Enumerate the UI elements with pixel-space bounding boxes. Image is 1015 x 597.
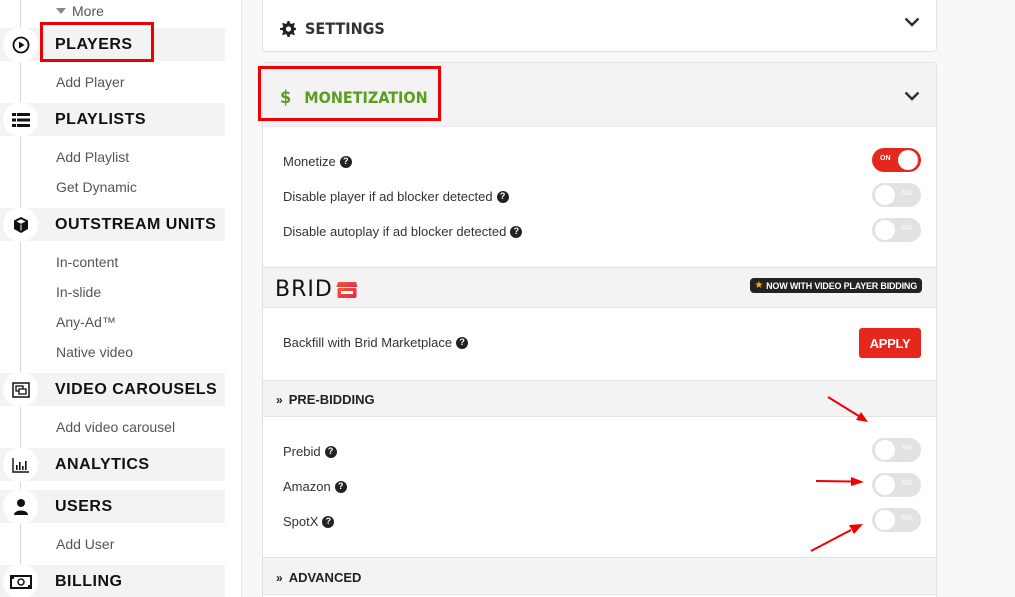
sidebar-item-get-dynamic[interactable]: Get Dynamic — [56, 179, 137, 195]
toggle-state-label: NO — [901, 225, 913, 232]
monetize-toggle[interactable]: ON — [872, 148, 921, 172]
cube-icon — [3, 207, 38, 242]
help-icon[interactable]: ? — [334, 480, 347, 493]
sidebar-item-in-slide[interactable]: In-slide — [56, 284, 101, 300]
spotx-label: SpotX — [283, 514, 319, 529]
disable-player-label: Disable player if ad blocker detected — [283, 189, 493, 204]
toggle-knob — [875, 440, 895, 460]
sidebar-item-native-video[interactable]: Native video — [56, 344, 133, 360]
play-circle-icon — [3, 27, 38, 62]
caret-down-icon — [56, 8, 66, 14]
annotation-highlight-monetization — [258, 66, 441, 121]
more-toggle[interactable]: More — [56, 3, 104, 19]
backfill-label: Backfill with Brid Marketplace — [283, 335, 453, 350]
settings-header: SETTINGS — [280, 19, 385, 38]
amazon-label: Amazon — [283, 479, 331, 494]
help-icon[interactable]: ? — [456, 336, 469, 349]
bar-chart-icon — [3, 447, 38, 482]
sidebar-section-billing[interactable]: BILLING — [0, 564, 225, 597]
backfill-row: Backfill with Brid Marketplace ? — [283, 335, 469, 350]
disable-player-row: Disable player if ad blocker detected ? — [283, 189, 509, 204]
more-label: More — [72, 3, 104, 19]
video-player-bidding-badge: ★ NOW WITH VIDEO PLAYER BIDDING — [750, 278, 922, 293]
sidebar-section-label: PLAYLISTS — [55, 110, 147, 128]
carousel-icon — [3, 372, 38, 407]
chevron-down-icon[interactable] — [904, 17, 920, 27]
toggle-state-label: NO — [901, 445, 913, 452]
help-icon[interactable]: ? — [322, 515, 335, 528]
sidebar-section-video-carousels[interactable]: VIDEO CAROUSELS — [0, 372, 225, 407]
brid-marketplace-band: BRID ★ NOW WITH VIDEO PLAYER BIDDING — [263, 267, 936, 308]
annotation-arrow-amazon — [815, 477, 864, 486]
apply-button[interactable]: APPLY — [859, 328, 921, 358]
toggle-state-label: NO — [901, 480, 913, 487]
double-chevron-right-icon: » — [276, 570, 283, 585]
toggle-knob — [875, 475, 895, 495]
list-icon — [3, 102, 38, 137]
advanced-title: ADVANCED — [288, 570, 362, 585]
toggle-knob — [898, 150, 918, 170]
toggle-knob — [875, 220, 895, 240]
prebid-label: Prebid — [283, 444, 321, 459]
monetize-row: Monetize ? — [283, 154, 352, 169]
disable-autoplay-row: Disable autoplay if ad blocker detected … — [283, 224, 523, 239]
sidebar-section-label: BILLING — [55, 572, 123, 590]
amazon-toggle[interactable]: NO — [872, 473, 921, 497]
monetize-label: Monetize — [283, 154, 336, 169]
monetization-panel: $ MONETIZATION Monetize ? ON Disable pla… — [262, 62, 937, 597]
disable-autoplay-toggle[interactable]: NO — [872, 218, 921, 242]
prebid-row: Prebid ? — [283, 444, 337, 459]
store-icon — [336, 281, 358, 298]
star-icon: ★ — [754, 280, 764, 291]
amazon-row: Amazon ? — [283, 479, 347, 494]
money-icon — [3, 564, 38, 597]
settings-panel[interactable]: SETTINGS — [262, 0, 937, 52]
disable-autoplay-label: Disable autoplay if ad blocker detected — [283, 224, 507, 239]
annotation-highlight-players — [40, 22, 154, 62]
brid-logo: BRID — [275, 277, 358, 302]
toggle-state-label: NO — [901, 190, 913, 197]
sidebar-section-analytics[interactable]: ANALYTICS — [0, 447, 225, 482]
toggle-knob — [875, 510, 895, 530]
settings-title: SETTINGS — [305, 19, 385, 38]
spotx-toggle[interactable]: NO — [872, 508, 921, 532]
sidebar-section-label: VIDEO CAROUSELS — [55, 380, 218, 398]
help-icon[interactable]: ? — [324, 445, 337, 458]
sidebar-section-users[interactable]: USERS — [0, 489, 225, 524]
sidebar-item-add-user[interactable]: Add User — [56, 536, 114, 552]
sidebar-section-label: ANALYTICS — [55, 455, 150, 473]
double-chevron-right-icon: » — [276, 392, 283, 407]
pre-bidding-header: » PRE-BIDDING — [276, 392, 375, 407]
help-icon[interactable]: ? — [496, 190, 509, 203]
toggle-knob — [875, 185, 895, 205]
spotx-row: SpotX ? — [283, 514, 335, 529]
annotation-arrow-prebid — [827, 396, 868, 422]
toggle-state-label: ON — [880, 155, 891, 162]
chevron-down-icon[interactable] — [904, 91, 920, 101]
sidebar-section-outstream-units[interactable]: OUTSTREAM UNITS — [0, 207, 225, 242]
pre-bidding-title: PRE-BIDDING — [288, 392, 375, 407]
prebid-toggle[interactable]: NO — [872, 438, 921, 462]
sidebar-section-playlists[interactable]: PLAYLISTS — [0, 102, 225, 137]
help-icon[interactable]: ? — [510, 225, 523, 238]
toggle-state-label: NO — [901, 515, 913, 522]
badge-text: NOW WITH VIDEO PLAYER BIDDING — [766, 280, 917, 291]
advanced-band[interactable]: » ADVANCED — [263, 557, 936, 595]
disable-player-toggle[interactable]: NO — [872, 183, 921, 207]
sidebar: More PLAYERS Add Player PLAYLISTS Add Pl… — [0, 0, 242, 597]
annotation-arrow-spotx — [810, 524, 863, 552]
user-icon — [3, 489, 38, 524]
brid-logo-text: BRID — [275, 277, 333, 302]
sidebar-section-label: OUTSTREAM UNITS — [55, 215, 217, 233]
sidebar-section-label: USERS — [55, 497, 113, 515]
sidebar-item-in-content[interactable]: In-content — [56, 254, 118, 270]
sidebar-item-add-video-carousel[interactable]: Add video carousel — [56, 419, 175, 435]
sidebar-item-add-player[interactable]: Add Player — [56, 74, 124, 90]
gear-icon — [280, 20, 296, 37]
help-icon[interactable]: ? — [339, 155, 352, 168]
advanced-header: » ADVANCED — [276, 570, 361, 585]
sidebar-item-add-playlist[interactable]: Add Playlist — [56, 149, 129, 165]
sidebar-item-any-ad[interactable]: Any-Ad™ — [56, 314, 116, 330]
